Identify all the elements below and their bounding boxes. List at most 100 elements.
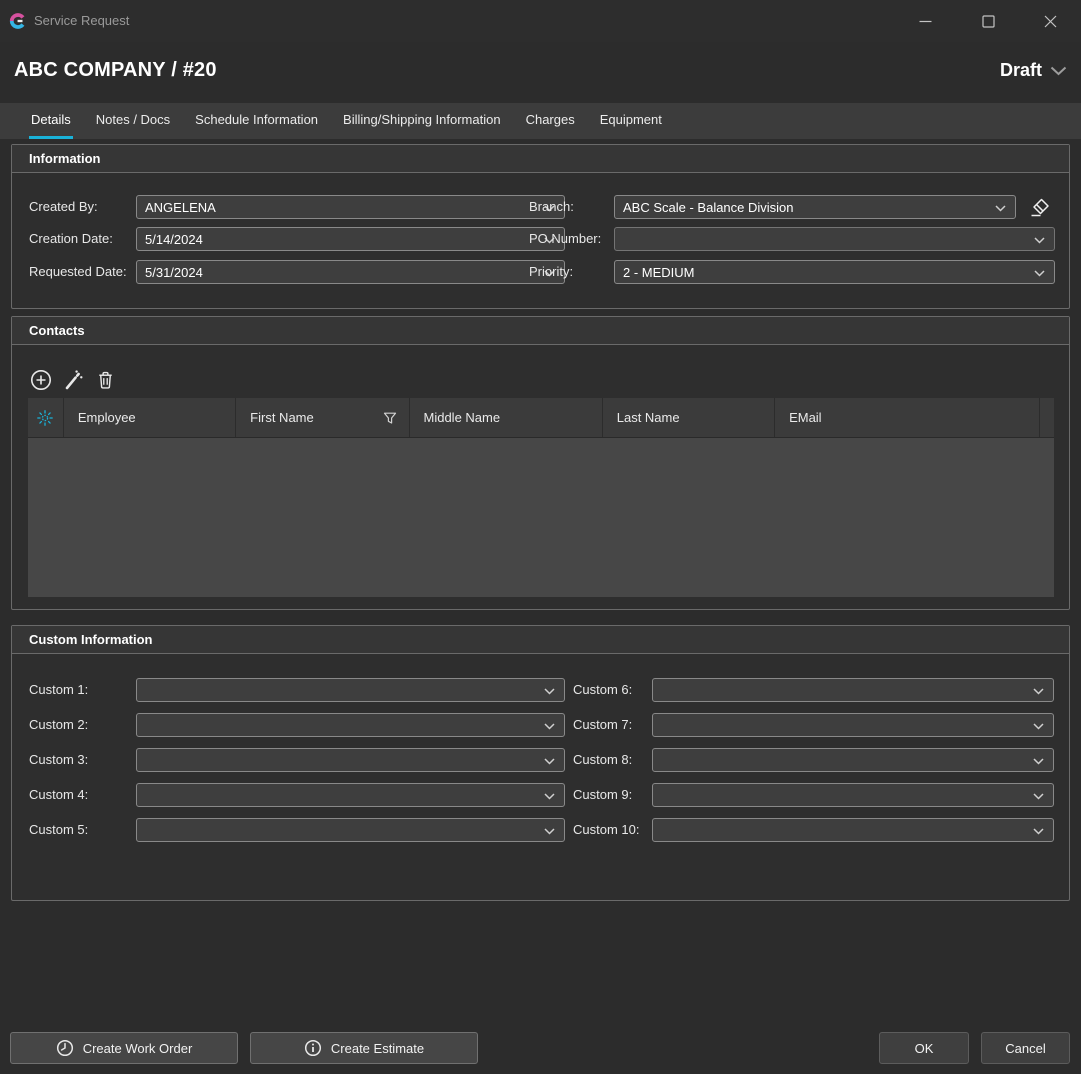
custom-information-panel: Custom Information Custom 1: Custom 2: C… bbox=[11, 625, 1070, 901]
custom-3-label: Custom 3: bbox=[29, 748, 88, 772]
status-badge: Draft bbox=[1000, 60, 1042, 81]
created-by-dropdown[interactable]: ANGELENA bbox=[136, 195, 565, 219]
custom-6-label: Custom 6: bbox=[573, 678, 632, 702]
tab-notes-docs[interactable]: Notes / Docs bbox=[94, 103, 172, 139]
tab-bar: Details Notes / Docs Schedule Informatio… bbox=[0, 103, 1081, 139]
branch-dropdown[interactable]: ABC Scale - Balance Division bbox=[614, 195, 1016, 219]
branch-value: ABC Scale - Balance Division bbox=[623, 200, 794, 215]
clock-icon bbox=[56, 1039, 74, 1057]
tab-equipment[interactable]: Equipment bbox=[598, 103, 664, 139]
chevron-down-icon bbox=[544, 688, 555, 695]
custom-10-dropdown[interactable] bbox=[652, 818, 1054, 842]
priority-label: Priority: bbox=[529, 260, 573, 284]
maximize-icon bbox=[982, 15, 995, 28]
created-by-value: ANGELENA bbox=[145, 200, 216, 215]
column-header-email[interactable]: EMail bbox=[775, 398, 1040, 437]
custom-9-dropdown[interactable] bbox=[652, 783, 1054, 807]
custom-7-dropdown[interactable] bbox=[652, 713, 1054, 737]
information-panel: Information Created By: ANGELENA Creatio… bbox=[11, 144, 1070, 309]
custom-1-dropdown[interactable] bbox=[136, 678, 565, 702]
po-number-dropdown[interactable] bbox=[614, 227, 1055, 251]
custom-9-label: Custom 9: bbox=[573, 783, 632, 807]
chevron-down-icon bbox=[995, 205, 1006, 212]
branch-label: Branch: bbox=[529, 195, 574, 219]
information-panel-title: Information bbox=[12, 145, 1069, 173]
chevron-down-icon bbox=[544, 828, 555, 835]
requested-date-value: 5/31/2024 bbox=[145, 265, 203, 280]
chevron-down-icon bbox=[1033, 688, 1044, 695]
chevron-down-icon bbox=[1034, 237, 1045, 244]
tab-charges[interactable]: Charges bbox=[524, 103, 577, 139]
column-header-employee[interactable]: Employee bbox=[64, 398, 236, 437]
creation-date-value: 5/14/2024 bbox=[145, 232, 203, 247]
custom-2-label: Custom 2: bbox=[29, 713, 88, 737]
page-title: ABC COMPANY / #20 bbox=[14, 59, 217, 82]
po-number-label: PO Number: bbox=[529, 227, 601, 251]
contacts-grid-header: Employee First Name Middle Name Last Nam… bbox=[28, 398, 1054, 438]
column-header-middle-name[interactable]: Middle Name bbox=[410, 398, 603, 437]
chevron-down-icon bbox=[1033, 723, 1044, 730]
window-title: Service Request bbox=[34, 0, 129, 42]
info-icon bbox=[304, 1039, 322, 1057]
tab-billing-shipping-information[interactable]: Billing/Shipping Information bbox=[341, 103, 503, 139]
sun-icon bbox=[36, 409, 54, 427]
trash-icon bbox=[95, 369, 116, 391]
chevron-down-icon bbox=[544, 758, 555, 765]
priority-dropdown[interactable]: 2 - MEDIUM bbox=[614, 260, 1055, 284]
custom-8-dropdown[interactable] bbox=[652, 748, 1054, 772]
contacts-panel-title: Contacts bbox=[12, 317, 1069, 345]
add-contact-button[interactable] bbox=[28, 367, 54, 393]
requested-date-label: Requested Date: bbox=[29, 260, 127, 284]
custom-information-panel-title: Custom Information bbox=[12, 626, 1069, 654]
custom-10-label: Custom 10: bbox=[573, 818, 639, 842]
custom-4-dropdown[interactable] bbox=[136, 783, 565, 807]
chevron-down-icon bbox=[1050, 66, 1067, 76]
custom-7-label: Custom 7: bbox=[573, 713, 632, 737]
delete-contact-button[interactable] bbox=[92, 367, 118, 393]
custom-5-dropdown[interactable] bbox=[136, 818, 565, 842]
filter-icon[interactable] bbox=[383, 411, 397, 425]
eraser-icon bbox=[1028, 195, 1052, 219]
create-estimate-button[interactable]: Create Estimate bbox=[250, 1032, 478, 1064]
chevron-down-icon bbox=[1034, 270, 1045, 277]
chevron-down-icon bbox=[1033, 793, 1044, 800]
status-dropdown[interactable]: Draft bbox=[1000, 60, 1067, 81]
chevron-down-icon bbox=[1033, 828, 1044, 835]
maximize-button[interactable] bbox=[971, 4, 1005, 38]
close-button[interactable] bbox=[1033, 4, 1067, 38]
column-header-first-name[interactable]: First Name bbox=[236, 398, 409, 437]
create-work-order-button[interactable]: Create Work Order bbox=[10, 1032, 238, 1064]
priority-value: 2 - MEDIUM bbox=[623, 265, 695, 280]
custom-8-label: Custom 8: bbox=[573, 748, 632, 772]
edit-contact-button[interactable] bbox=[60, 367, 86, 393]
custom-2-dropdown[interactable] bbox=[136, 713, 565, 737]
tab-details[interactable]: Details bbox=[29, 103, 73, 139]
clear-branch-button[interactable] bbox=[1027, 194, 1053, 220]
custom-1-label: Custom 1: bbox=[29, 678, 88, 702]
contacts-panel: Contacts bbox=[11, 316, 1070, 610]
column-header-last-name[interactable]: Last Name bbox=[603, 398, 775, 437]
minimize-button[interactable] bbox=[908, 4, 942, 38]
title-bar: Service Request bbox=[0, 0, 1081, 42]
close-icon bbox=[1044, 15, 1057, 28]
tab-schedule-information[interactable]: Schedule Information bbox=[193, 103, 320, 139]
chevron-down-icon bbox=[544, 793, 555, 800]
grid-header-spacer bbox=[1040, 398, 1054, 437]
grid-marker-cell[interactable] bbox=[28, 398, 64, 437]
custom-6-dropdown[interactable] bbox=[652, 678, 1054, 702]
requested-date-dropdown[interactable]: 5/31/2024 bbox=[136, 260, 565, 284]
custom-4-label: Custom 4: bbox=[29, 783, 88, 807]
ok-button[interactable]: OK bbox=[879, 1032, 969, 1064]
minimize-icon bbox=[919, 15, 932, 28]
creation-date-dropdown[interactable]: 5/14/2024 bbox=[136, 227, 565, 251]
chevron-down-icon bbox=[544, 723, 555, 730]
chevron-down-icon bbox=[1033, 758, 1044, 765]
creation-date-label: Creation Date: bbox=[29, 227, 113, 251]
created-by-label: Created By: bbox=[29, 195, 98, 219]
custom-3-dropdown[interactable] bbox=[136, 748, 565, 772]
cancel-button[interactable]: Cancel bbox=[981, 1032, 1070, 1064]
contacts-grid: Employee First Name Middle Name Last Nam… bbox=[28, 398, 1054, 597]
magic-wand-icon bbox=[62, 369, 84, 391]
contacts-grid-body[interactable] bbox=[28, 438, 1054, 597]
plus-circle-icon bbox=[30, 369, 52, 391]
